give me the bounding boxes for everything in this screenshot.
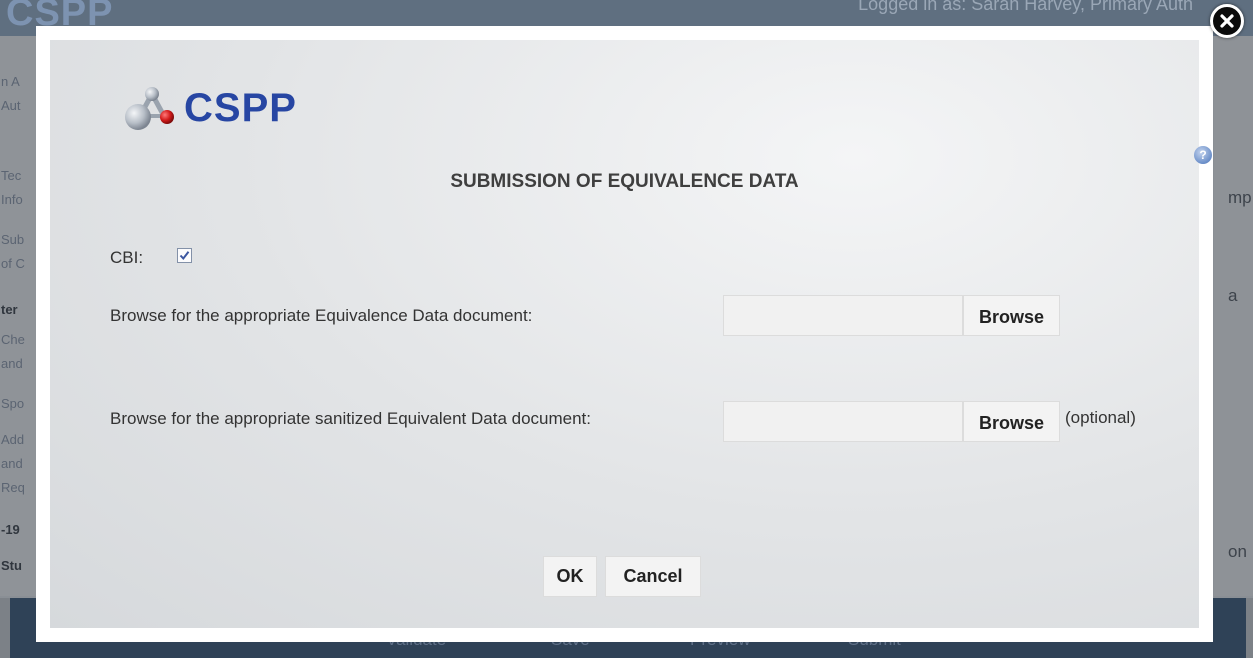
background-nav-text: and xyxy=(1,356,23,371)
cancel-button[interactable]: Cancel xyxy=(605,556,701,597)
sanitized-doc-file-input[interactable] xyxy=(723,401,963,442)
equivalence-doc-label: Browse for the appropriate Equivalence D… xyxy=(110,306,533,325)
help-icon[interactable]: ? xyxy=(1194,146,1212,164)
equivalence-data-dialog: CSPP ? SUBMISSION OF EQUIVALENCE DATA CB… xyxy=(36,26,1213,642)
background-nav-text: Spo xyxy=(1,396,25,411)
background-text: a xyxy=(1228,286,1238,305)
molecule-logo-icon xyxy=(125,87,174,130)
equivalence-doc-file-input[interactable] xyxy=(723,295,963,336)
equivalence-doc-browse-button[interactable]: Browse xyxy=(963,295,1060,336)
sanitized-doc-browse-button[interactable]: Browse xyxy=(963,401,1060,442)
cbi-label: CBI: xyxy=(110,248,144,267)
background-text: on xyxy=(1228,542,1247,561)
checkmark-icon xyxy=(179,251,190,261)
background-text: mp xyxy=(1228,188,1252,207)
background-nav-text: Sub xyxy=(1,232,25,247)
background-nav-text: Info xyxy=(1,192,23,207)
ok-button[interactable]: OK xyxy=(543,556,597,597)
background-nav-text: Req xyxy=(1,480,25,495)
background-left-nav: n A Aut Tec Info Sub of C ter Che and Sp… xyxy=(0,36,36,596)
close-dialog-button[interactable] xyxy=(1210,4,1244,38)
cbi-checkbox[interactable] xyxy=(177,248,192,263)
background-nav-text: Tec xyxy=(1,168,22,183)
cspp-logo: CSPP xyxy=(120,84,297,132)
background-right-content: mp a on xyxy=(1214,36,1253,596)
background-nav-text: Che xyxy=(1,332,25,347)
background-nav-text: n A xyxy=(1,74,20,89)
background-nav-text: and xyxy=(1,456,23,471)
dialog-body: CSPP ? SUBMISSION OF EQUIVALENCE DATA CB… xyxy=(50,40,1212,628)
background-user-info: Logged in as: Sarah Harvey, Primary Auth xyxy=(858,0,1193,14)
logo-text: CSPP xyxy=(184,85,297,130)
sanitized-doc-label: Browse for the appropriate sanitized Equ… xyxy=(110,409,591,428)
optional-note: (optional) xyxy=(1065,408,1136,427)
background-nav-text: -19 xyxy=(1,522,20,537)
close-icon xyxy=(1220,14,1234,28)
background-nav-text: Stu xyxy=(1,558,22,573)
background-nav-text: ter xyxy=(1,302,18,317)
dialog-title: SUBMISSION OF EQUIVALENCE DATA xyxy=(450,171,799,192)
background-nav-text: of C xyxy=(1,256,25,271)
background-nav-text: Aut xyxy=(1,98,21,113)
background-nav-text: Add xyxy=(1,432,25,447)
